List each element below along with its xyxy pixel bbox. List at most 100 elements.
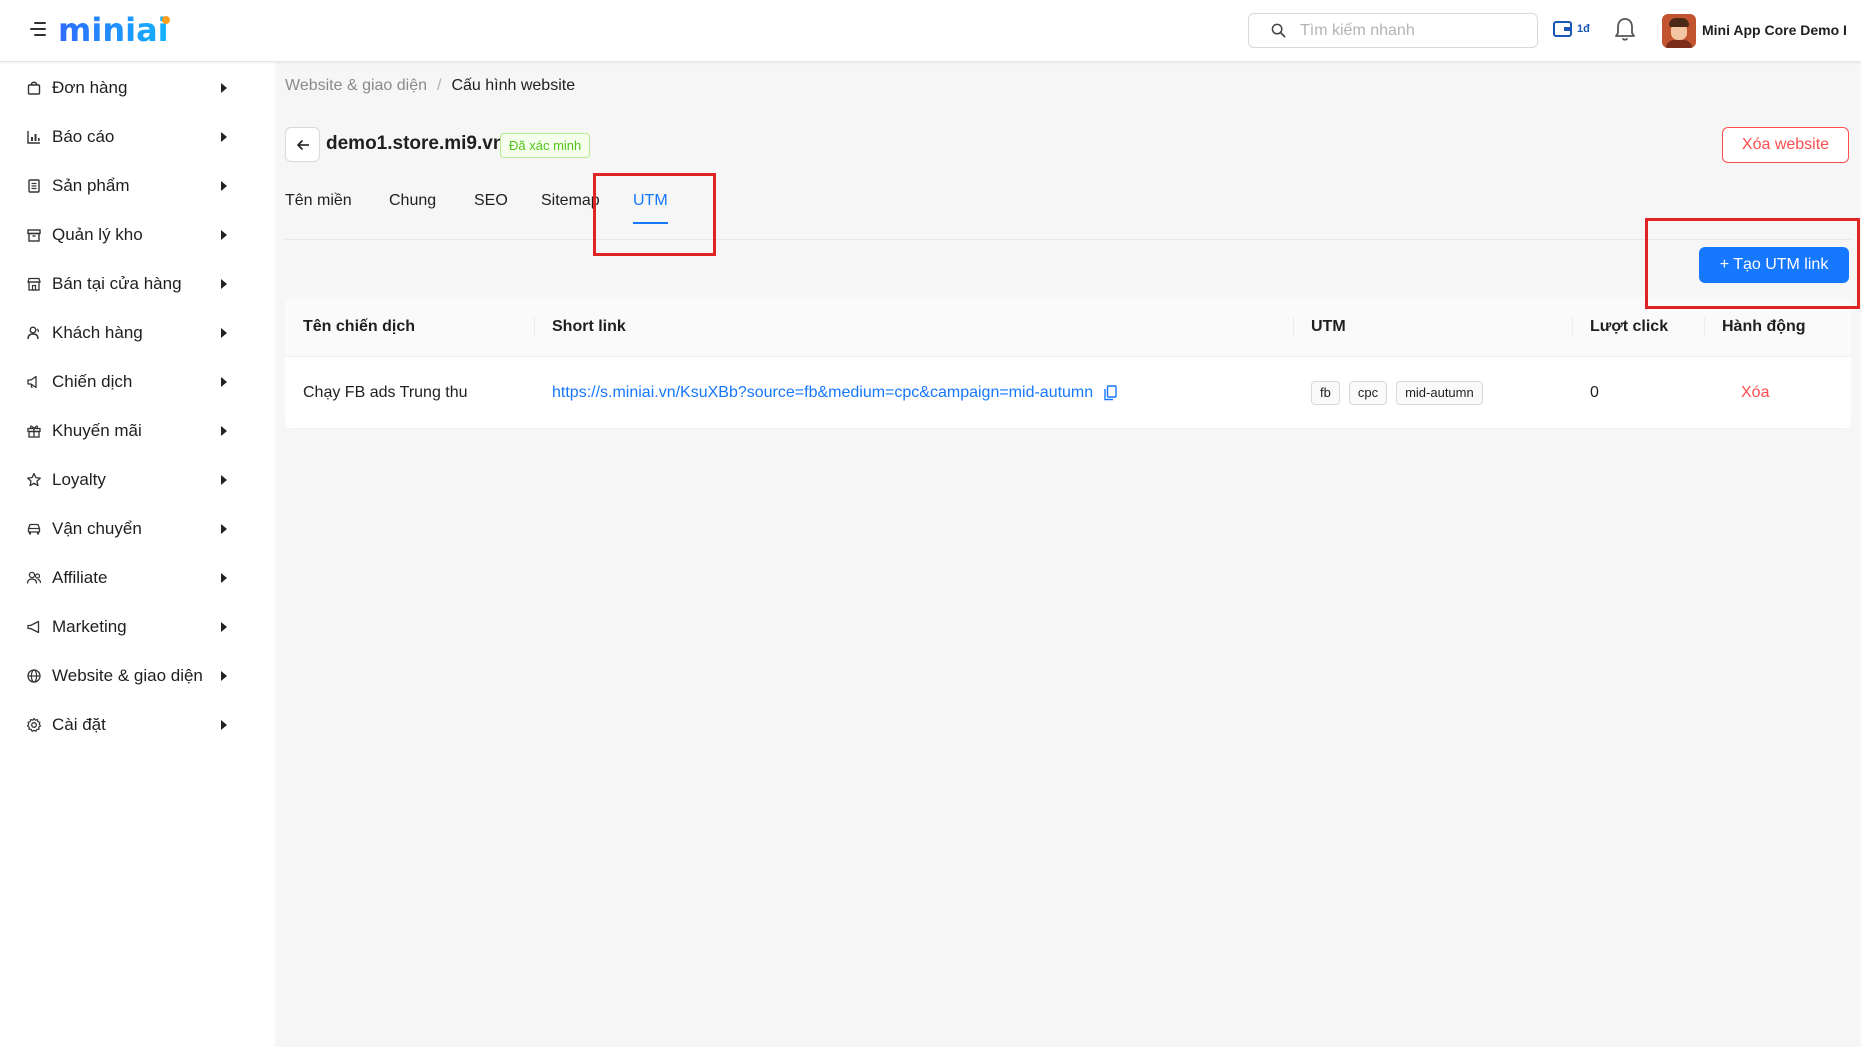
utm-tag-medium: cpc: [1348, 381, 1388, 405]
account-name[interactable]: Mini App Core Demo I: [1702, 22, 1847, 38]
campaign-name: Chạy FB ads Trung thu: [303, 384, 468, 401]
sidebar-item-label: Vận chuyển: [52, 519, 142, 538]
column-header-actions: Hành động: [1722, 318, 1806, 335]
sidebar-item-settings[interactable]: Cài đặt: [0, 703, 275, 747]
sidebar-item-pos[interactable]: Bán tại cửa hàng: [0, 262, 275, 306]
sidebar-item-label: Khách hàng: [52, 323, 143, 342]
shop-icon: [27, 277, 41, 291]
sidebar-item-affiliate[interactable]: Affiliate: [0, 556, 275, 600]
column-header-clicks: Lượt click: [1590, 318, 1669, 335]
tab-general[interactable]: Chung: [389, 190, 436, 230]
sidebar-item-customers[interactable]: Khách hàng: [0, 311, 275, 355]
short-link-cell: https://s.miniai.vn/KsuXBb?source=fb&med…: [552, 357, 1117, 429]
sidebar-item-reports[interactable]: Báo cáo: [0, 115, 275, 159]
column-divider: [534, 317, 535, 337]
sidebar-item-shipping[interactable]: Vận chuyển: [0, 507, 275, 551]
gift-icon: [27, 425, 41, 438]
breadcrumb-parent[interactable]: Website & giao diện: [285, 77, 427, 95]
sidebar-item-website[interactable]: Website & giao diện: [0, 654, 275, 698]
users-icon: [27, 326, 39, 340]
caret-right-icon: [221, 475, 227, 485]
car-icon: [27, 523, 41, 535]
tab-seo[interactable]: SEO: [474, 190, 508, 230]
logo-text: miniai: [58, 12, 169, 48]
caret-right-icon: [221, 132, 227, 142]
table-row: Chạy FB ads Trung thu https://s.miniai.v…: [285, 357, 1851, 429]
sidebar: Đơn hàng Báo cáo Sản phẩm Quản lý kho Bá…: [0, 62, 275, 1047]
caret-right-icon: [221, 426, 227, 436]
table-header: Tên chiến dịch Short link UTM Lượt click…: [285, 297, 1851, 357]
notification-button[interactable]: [1614, 16, 1636, 47]
sidebar-item-label: Affiliate: [52, 568, 108, 587]
create-utm-link-button[interactable]: + Tạo UTM link: [1699, 247, 1849, 283]
caret-right-icon: [221, 622, 227, 632]
wallet-button[interactable]: 1đ: [1553, 20, 1590, 38]
menu-toggle-icon[interactable]: [30, 22, 46, 36]
caret-right-icon: [221, 328, 227, 338]
breadcrumb-current: Cấu hình website: [451, 77, 576, 94]
star-icon: [27, 472, 41, 487]
sidebar-item-label: Báo cáo: [52, 127, 115, 146]
delete-utm-link[interactable]: Xóa: [1741, 357, 1769, 429]
column-header-utm: UTM: [1311, 318, 1346, 335]
book-icon: [28, 179, 40, 193]
sidebar-item-loyalty[interactable]: Loyalty: [0, 458, 275, 502]
sidebar-item-products[interactable]: Sản phẩm: [0, 164, 275, 208]
breadcrumb-separator: /: [437, 77, 442, 94]
sidebar-item-label: Khuyến mãi: [52, 421, 142, 440]
sidebar-item-marketing[interactable]: Marketing: [0, 605, 275, 649]
sidebar-item-label: Loyalty: [52, 470, 106, 489]
sidebar-item-inventory[interactable]: Quản lý kho: [0, 213, 275, 257]
wallet-balance: 1đ: [1577, 23, 1590, 35]
caret-right-icon: [221, 720, 227, 730]
megaphone-icon: [27, 620, 40, 634]
sidebar-item-label: Sản phẩm: [52, 176, 130, 195]
settings-tabs: Tên miền Chung SEO Sitemap UTM: [285, 190, 1851, 240]
sidebar-item-campaigns[interactable]: Chiến dịch: [0, 360, 275, 404]
back-button[interactable]: [285, 127, 320, 162]
sidebar-item-promotions[interactable]: Khuyến mãi: [0, 409, 275, 453]
bell-icon: [1615, 18, 1635, 41]
delete-website-button[interactable]: Xóa website: [1722, 127, 1849, 163]
tab-domain[interactable]: Tên miền: [285, 190, 352, 230]
utm-tags: fb cpc mid-autumn: [1311, 381, 1483, 405]
column-divider: [1572, 317, 1573, 337]
copy-icon[interactable]: [1103, 385, 1117, 401]
sidebar-item-label: Marketing: [52, 617, 127, 636]
caret-right-icon: [221, 524, 227, 534]
main-content: Website & giao diện / Cấu hình website d…: [275, 62, 1861, 1047]
sidebar-item-label: Quản lý kho: [52, 225, 143, 244]
sidebar-item-label: Website & giao diện: [52, 666, 203, 685]
tab-sitemap[interactable]: Sitemap: [541, 190, 600, 230]
sidebar-item-label: Chiến dịch: [52, 372, 133, 391]
app-logo[interactable]: miniai: [58, 11, 173, 49]
quick-search[interactable]: [1248, 13, 1538, 48]
delete-action[interactable]: Xóa: [1741, 384, 1769, 401]
chart-icon: [27, 131, 40, 144]
click-count: 0: [1590, 384, 1599, 401]
user-avatar[interactable]: [1662, 14, 1696, 48]
column-divider: [1293, 317, 1294, 337]
caret-right-icon: [221, 83, 227, 93]
caret-right-icon: [221, 181, 227, 191]
usergroup-icon: [26, 571, 42, 584]
sidebar-item-orders[interactable]: Đơn hàng: [0, 66, 275, 110]
bag-icon: [27, 81, 41, 95]
sidebar-item-label: Cài đặt: [52, 715, 106, 734]
utm-tag-campaign: mid-autumn: [1396, 381, 1483, 405]
column-header-campaign: Tên chiến dịch: [303, 318, 416, 335]
short-link[interactable]: https://s.miniai.vn/KsuXBb?source=fb&med…: [552, 384, 1093, 401]
site-domain-title: demo1.store.mi9.vn: [326, 133, 505, 154]
caret-right-icon: [221, 573, 227, 583]
caret-right-icon: [221, 230, 227, 240]
wallet-icon: [1553, 21, 1572, 37]
sound-icon: [27, 375, 37, 389]
arrow-left-icon: [296, 139, 309, 150]
globe-icon: [27, 669, 41, 683]
search-icon: [1271, 23, 1286, 38]
sidebar-item-label: Đơn hàng: [52, 78, 128, 97]
utm-table: Tên chiến dịch Short link UTM Lượt click…: [285, 297, 1851, 429]
search-input[interactable]: [1300, 21, 1520, 40]
breadcrumb: Website & giao diện / Cấu hình website: [285, 77, 575, 95]
tab-utm[interactable]: UTM: [633, 190, 668, 230]
